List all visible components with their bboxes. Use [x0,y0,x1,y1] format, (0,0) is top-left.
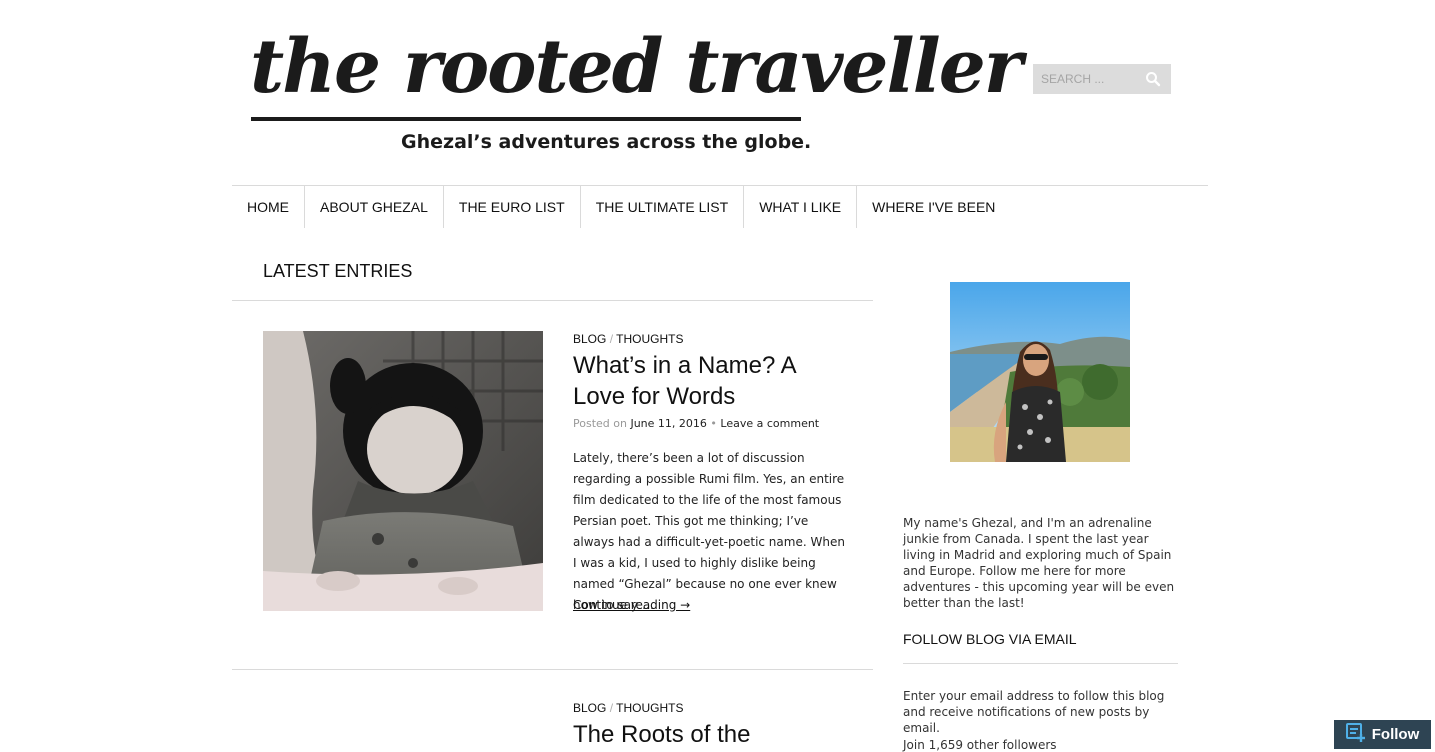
post-excerpt: Lately, there’s been a lot of discussion… [573,451,845,612]
category-link-blog[interactable]: BLOG [573,701,606,715]
section-divider [232,300,873,301]
main-navigation: HOME ABOUT GHEZAL THE EURO LIST THE ULTI… [232,186,1010,228]
post-thumbnail[interactable] [263,331,543,611]
follow-label: Follow [1371,726,1420,743]
logo-underline [251,117,801,121]
nav-item-what-i-like[interactable]: WHAT I LIKE [743,186,856,228]
category-link-thoughts[interactable]: THOUGHTS [616,701,683,715]
profile-photo [950,282,1130,462]
site-title[interactable]: the rooted traveller [250,30,1023,104]
nav-item-where-ive-been[interactable]: WHERE I'VE BEEN [856,186,1010,228]
category-link-blog[interactable]: BLOG [573,332,606,346]
leave-comment-link[interactable]: Leave a comment [720,417,819,430]
post-date-link[interactable]: June 11, 2016 [630,417,706,430]
search-form [1033,64,1171,94]
follow-widget-title: FOLLOW BLOG VIA EMAIL [903,631,1077,647]
widget-divider [903,663,1178,664]
post-categories: BLOG / THOUGHTS [573,332,684,346]
search-input[interactable] [1033,64,1141,94]
nav-item-about-ghezal[interactable]: ABOUT GHEZAL [304,186,443,228]
post-categories: BLOG / THOUGHTS [573,701,684,715]
post-title[interactable]: The Roots of the [573,719,853,750]
follow-description: Enter your email address to follow this … [903,689,1165,735]
category-link-thoughts[interactable]: THOUGHTS [616,332,683,346]
search-icon[interactable] [1145,71,1161,87]
post-meta: Posted on June 11, 2016 • Leave a commen… [573,417,819,430]
nav-item-euro-list[interactable]: THE EURO LIST [442,186,580,228]
category-separator: / [609,701,614,715]
meta-separator: • [710,417,717,430]
follow-icon [1345,722,1366,747]
post-divider [232,669,873,670]
category-separator: / [609,332,614,346]
follow-button[interactable]: Follow [1334,720,1431,749]
site-tagline: Ghezal’s adventures across the globe. [401,131,812,153]
nav-item-ultimate-list[interactable]: THE ULTIMATE LIST [579,186,744,228]
continue-reading-link[interactable]: Continue reading → [573,598,690,612]
followers-count: Join 1,659 other followers [903,738,1057,752]
post-title[interactable]: What’s in a Name? A Love for Words [573,350,853,412]
posted-on-label: Posted on [573,417,627,430]
about-text: My name's Ghezal, and I'm an adrenaline … [903,516,1175,610]
section-title: LATEST ENTRIES [263,261,413,281]
nav-item-home[interactable]: HOME [232,186,304,228]
